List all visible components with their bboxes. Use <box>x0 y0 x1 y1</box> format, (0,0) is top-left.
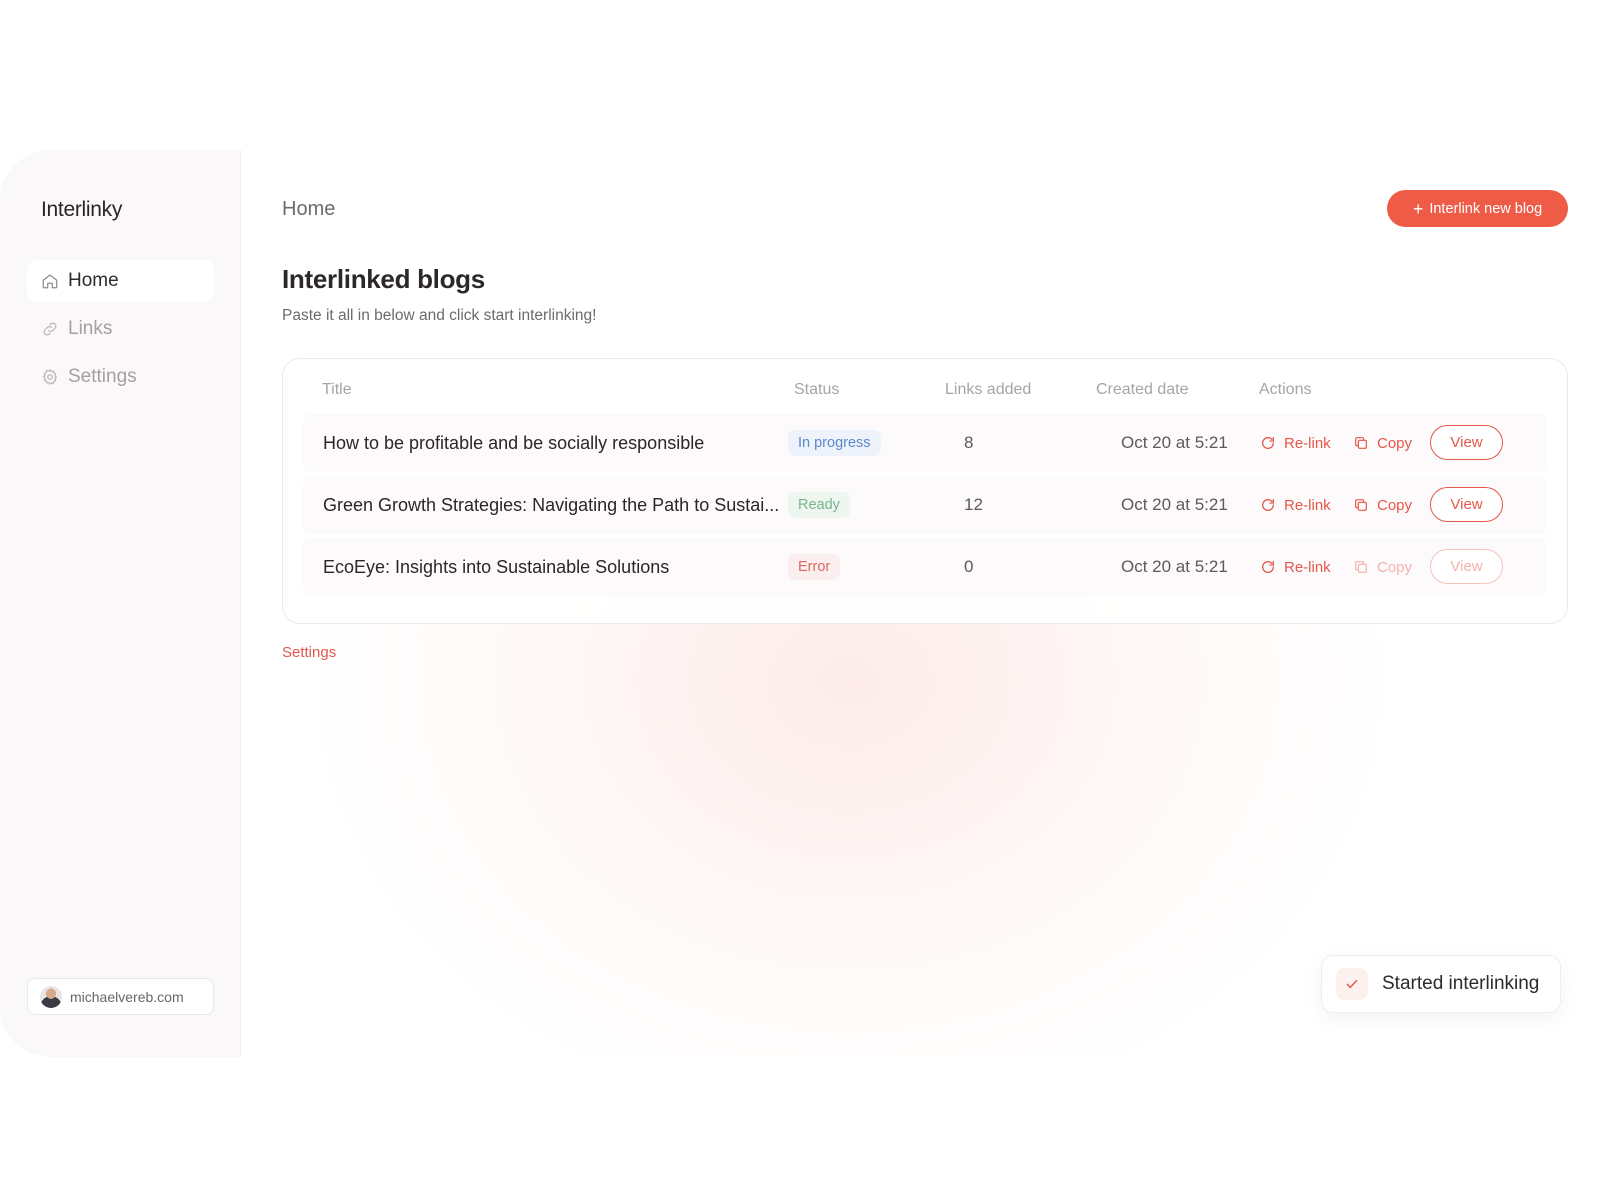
column-header-status: Status <box>794 381 840 398</box>
status-badge: Ready <box>788 492 850 518</box>
copy-button[interactable]: Copy <box>1353 476 1412 534</box>
created-date: Oct 20 at 5:21 <box>1121 495 1228 514</box>
sidebar-item-label: Settings <box>68 366 137 387</box>
link-icon <box>41 320 59 338</box>
column-header-links: Links added <box>945 381 1032 398</box>
relink-label: Re-link <box>1284 434 1331 452</box>
row-title: How to be profitable and be socially res… <box>323 432 705 453</box>
app-window: Interlinky Home Links Settings michaelve… <box>0 150 1574 1057</box>
avatar <box>40 985 62 1008</box>
view-button[interactable]: View <box>1430 425 1503 460</box>
copy-icon <box>1355 437 1367 449</box>
sidebar-item-links[interactable]: Links <box>27 308 214 350</box>
table-header: Title Status Links added Created date Ac… <box>283 381 1567 403</box>
brand-logo: Interlinky <box>41 198 123 221</box>
interlink-new-blog-button[interactable]: + Interlink new blog <box>1387 190 1568 227</box>
refresh-icon <box>1262 437 1274 449</box>
relink-label: Re-link <box>1284 558 1331 576</box>
sidebar: Interlinky Home Links Settings michaelve… <box>0 150 241 1057</box>
copy-button-disabled: Copy <box>1353 538 1412 596</box>
check-icon <box>1336 968 1368 1000</box>
gear-icon <box>41 368 59 386</box>
refresh-icon <box>1262 499 1274 511</box>
copy-label: Copy <box>1377 496 1413 514</box>
links-added: 0 <box>964 557 974 576</box>
user-account-button[interactable]: michaelvereb.com <box>27 978 214 1015</box>
column-header-title: Title <box>322 381 352 398</box>
copy-label: Copy <box>1377 558 1413 576</box>
created-date: Oct 20 at 5:21 <box>1121 433 1228 452</box>
table-row: EcoEye: Insights into Sustainable Soluti… <box>303 538 1547 596</box>
blogs-table: Title Status Links added Created date Ac… <box>282 358 1568 624</box>
created-date: Oct 20 at 5:21 <box>1121 557 1228 576</box>
home-icon <box>41 272 59 290</box>
plus-icon: + <box>1412 198 1424 219</box>
copy-icon <box>1355 561 1367 573</box>
copy-icon <box>1355 499 1367 511</box>
status-cell: Ready <box>788 476 850 534</box>
links-added: 8 <box>964 433 974 452</box>
user-domain: michaelvereb.com <box>70 988 184 1005</box>
row-title: EcoEye: Insights into Sustainable Soluti… <box>323 556 670 577</box>
row-title: Green Growth Strategies: Navigating the … <box>323 494 780 515</box>
relink-label: Re-link <box>1284 496 1331 514</box>
column-header-actions: Actions <box>1259 381 1312 398</box>
main-content: Home + Interlink new blog Interlinked bl… <box>282 150 1574 1057</box>
sidebar-nav: Home Links Settings <box>27 260 214 404</box>
copy-label: Copy <box>1377 434 1413 452</box>
relink-button[interactable]: Re-link <box>1260 538 1331 596</box>
toast-notification: Started interlinking <box>1321 955 1561 1013</box>
settings-link[interactable]: Settings <box>282 644 336 661</box>
view-button-disabled: View <box>1430 549 1503 584</box>
status-cell: Error <box>788 538 841 596</box>
refresh-icon <box>1262 561 1274 573</box>
sidebar-item-home[interactable]: Home <box>27 260 214 302</box>
status-badge: In progress <box>788 430 881 456</box>
relink-button[interactable]: Re-link <box>1260 414 1331 472</box>
relink-button[interactable]: Re-link <box>1260 476 1331 534</box>
page-subtitle: Paste it all in below and click start in… <box>282 307 597 324</box>
cta-label: Interlink new blog <box>1429 200 1543 217</box>
status-cell: In progress <box>788 414 881 472</box>
sidebar-item-label: Home <box>68 270 119 291</box>
links-added: 12 <box>964 495 983 514</box>
breadcrumb: Home <box>282 198 336 220</box>
column-header-date: Created date <box>1096 381 1189 398</box>
sidebar-item-settings[interactable]: Settings <box>27 356 214 398</box>
sidebar-item-label: Links <box>68 318 113 339</box>
view-button[interactable]: View <box>1430 487 1503 522</box>
table-row: Green Growth Strategies: Navigating the … <box>303 476 1547 534</box>
toast-message: Started interlinking <box>1382 973 1540 994</box>
page-title: Interlinked blogs <box>282 264 485 294</box>
status-badge: Error <box>788 554 841 580</box>
copy-button[interactable]: Copy <box>1353 414 1412 472</box>
table-row: How to be profitable and be socially res… <box>303 414 1547 472</box>
